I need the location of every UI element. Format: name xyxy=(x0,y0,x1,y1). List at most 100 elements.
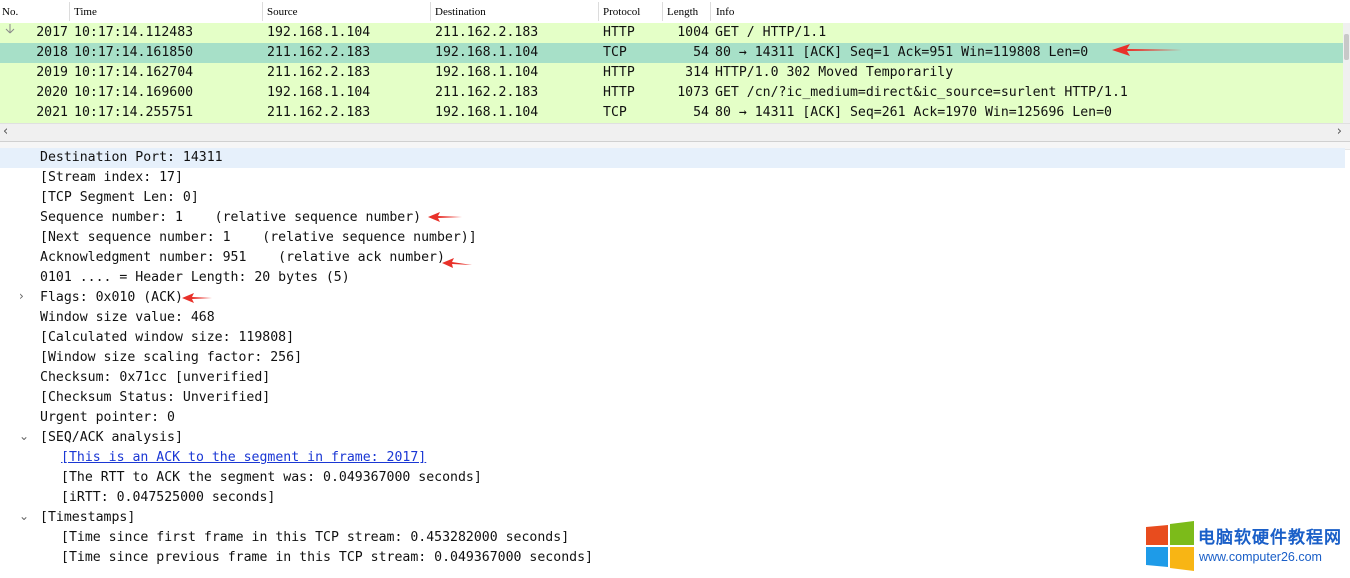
detail-text: Destination Port: 14311 xyxy=(40,150,223,165)
chevron-down-icon[interactable]: ⌄ xyxy=(19,509,29,523)
detail-line[interactable]: [Checksum Status: Unverified] xyxy=(0,388,1345,408)
detail-text: [Time since first frame in this TCP stre… xyxy=(61,530,570,545)
packet-time: 10:17:14.161850 xyxy=(74,45,194,60)
detail-text: [The RTT to ACK the segment was: 0.04936… xyxy=(61,470,482,485)
packet-length: 54 xyxy=(693,105,709,120)
column-header-source[interactable]: Source xyxy=(267,6,298,18)
detail-line[interactable]: [Window size scaling factor: 256] xyxy=(0,348,1345,368)
watermark-logo: 电脑软硬件教程网 www.computer26.com xyxy=(1144,521,1346,571)
packet-length: 1073 xyxy=(677,85,709,100)
packet-number: 2018 xyxy=(36,45,68,60)
packet-destination: 192.168.1.104 xyxy=(435,65,539,80)
packet-source: 211.162.2.183 xyxy=(267,65,371,80)
scrollbar-thumb[interactable] xyxy=(1344,34,1349,60)
packet-destination: 211.162.2.183 xyxy=(435,85,539,100)
detail-line[interactable]: [iRTT: 0.047525000 seconds] xyxy=(0,488,1345,508)
watermark-url: www.computer26.com xyxy=(1199,550,1322,564)
detail-text: Flags: 0x010 (ACK) xyxy=(40,290,183,305)
detail-line[interactable]: [This is an ACK to the segment in frame:… xyxy=(0,448,1345,468)
packet-protocol: TCP xyxy=(603,45,627,60)
detail-text: [Stream index: 17] xyxy=(40,170,183,185)
packet-details: Destination Port: 14311 [Stream index: 17… xyxy=(0,148,1350,578)
packet-destination: 211.162.2.183 xyxy=(435,25,539,40)
packet-row[interactable]: 2019 10:17:14.162704 211.162.2.183 192.168.… xyxy=(0,63,1343,83)
detail-line[interactable]: [Next sequence number: 1 (relative seque… xyxy=(0,228,1345,248)
tree-node[interactable]: ⌄ [SEQ/ACK analysis] xyxy=(0,428,1345,448)
detail-line[interactable]: Urgent pointer: 0 xyxy=(0,408,1345,428)
detail-line[interactable]: [Stream index: 17] xyxy=(0,168,1345,188)
detail-text: [SEQ/ACK analysis] xyxy=(40,430,183,445)
packet-source: 211.162.2.183 xyxy=(267,45,371,60)
annotation-arrow-icon xyxy=(428,212,462,222)
detail-text: Acknowledgment number: 951 (relative ack… xyxy=(40,250,445,265)
packet-info: 80 → 14311 [ACK] Seq=1 Ack=951 Win=11980… xyxy=(715,45,1089,60)
detail-text: Checksum: 0x71cc [unverified] xyxy=(40,370,271,385)
chevron-down-icon[interactable]: ⌄ xyxy=(19,429,29,443)
detail-line[interactable]: 0101 .... = Header Length: 20 bytes (5) xyxy=(0,268,1345,288)
packet-destination: 192.168.1.104 xyxy=(435,45,539,60)
packet-time: 10:17:14.112483 xyxy=(74,25,194,40)
packet-info: 80 → 14311 [ACK] Seq=261 Ack=1970 Win=12… xyxy=(715,105,1112,120)
packet-time: 10:17:14.162704 xyxy=(74,65,194,80)
packet-info: GET /cn/?ic_medium=direct&ic_source=surl… xyxy=(715,85,1128,100)
packet-source: 192.168.1.104 xyxy=(267,85,371,100)
detail-text: [iRTT: 0.047525000 seconds] xyxy=(61,490,276,505)
detail-text: [Next sequence number: 1 (relative seque… xyxy=(40,230,477,245)
column-header-no[interactable]: No. xyxy=(2,6,18,18)
packet-source: 192.168.1.104 xyxy=(267,25,371,40)
detail-line[interactable]: Checksum: 0x71cc [unverified] xyxy=(0,368,1345,388)
column-header-info[interactable]: Info xyxy=(716,6,734,18)
detail-text: [Calculated window size: 119808] xyxy=(40,330,295,345)
detail-line[interactable]: [Calculated window size: 119808] xyxy=(0,328,1345,348)
related-packet-icon xyxy=(5,24,15,34)
column-header-destination[interactable]: Destination xyxy=(435,6,486,18)
detail-line[interactable]: Acknowledgment number: 951 (relative ack… xyxy=(0,248,1345,268)
packet-destination: 192.168.1.104 xyxy=(435,105,539,120)
packet-protocol: TCP xyxy=(603,105,627,120)
detail-line[interactable]: Window size value: 468 xyxy=(0,308,1345,328)
packet-length: 314 xyxy=(685,65,709,80)
watermark-name: 电脑软硬件教程网 xyxy=(1198,528,1342,548)
detail-line[interactable]: [TCP Segment Len: 0] xyxy=(0,188,1345,208)
packet-number: 2021 xyxy=(36,105,68,120)
packet-length: 54 xyxy=(693,45,709,60)
packet-info: GET / HTTP/1.1 xyxy=(715,25,827,40)
windows-logo-icon xyxy=(1146,521,1194,571)
packet-list-header: No. Time Source Destination Protocol Len… xyxy=(0,0,1350,24)
detail-text: [Window size scaling factor: 256] xyxy=(40,350,303,365)
chevron-right-icon[interactable]: › xyxy=(19,289,24,303)
scroll-right-icon[interactable]: › xyxy=(1337,124,1342,139)
detail-line[interactable]: [The RTT to ACK the segment was: 0.04936… xyxy=(0,468,1345,488)
column-header-length[interactable]: Length xyxy=(667,6,698,18)
column-header-time[interactable]: Time xyxy=(74,6,97,18)
detail-text: Sequence number: 1 (relative sequence nu… xyxy=(40,210,422,225)
packet-source: 211.162.2.183 xyxy=(267,105,371,120)
frame-link[interactable]: [This is an ACK to the segment in frame:… xyxy=(61,450,426,465)
packet-list: No. Time Source Destination Protocol Len… xyxy=(0,0,1350,141)
annotation-arrow-icon xyxy=(1112,44,1182,56)
packet-time: 10:17:14.169600 xyxy=(74,85,194,100)
packet-row[interactable]: 2021 10:17:14.255751 211.162.2.183 192.168.… xyxy=(0,103,1343,123)
column-header-protocol[interactable]: Protocol xyxy=(603,6,640,18)
packet-number: 2019 xyxy=(36,65,68,80)
packet-length: 1004 xyxy=(677,25,709,40)
packet-list-horizontal-scrollbar[interactable]: ‹ › xyxy=(0,123,1350,141)
detail-text: [Timestamps] xyxy=(40,510,136,525)
scroll-left-icon[interactable]: ‹ xyxy=(3,124,8,139)
detail-text: 0101 .... = Header Length: 20 bytes (5) xyxy=(40,270,350,285)
detail-text: [Time since previous frame in this TCP s… xyxy=(61,550,593,565)
packet-row[interactable]: 2017 10:17:14.112483 192.168.1.104 211.162.… xyxy=(0,23,1343,43)
packet-number: 2020 xyxy=(36,85,68,100)
packet-row[interactable]: 2020 10:17:14.169600 192.168.1.104 211.162.… xyxy=(0,83,1343,103)
packet-protocol: HTTP xyxy=(603,65,635,80)
packet-protocol: HTTP xyxy=(603,25,635,40)
annotation-arrow-icon xyxy=(182,293,212,303)
detail-text: [TCP Segment Len: 0] xyxy=(40,190,199,205)
detail-text: [Checksum Status: Unverified] xyxy=(40,390,271,405)
detail-text: Window size value: 468 xyxy=(40,310,215,325)
detail-text: Urgent pointer: 0 xyxy=(40,410,175,425)
annotation-arrow-icon xyxy=(442,258,472,268)
packet-info: HTTP/1.0 302 Moved Temporarily xyxy=(715,65,954,80)
detail-line[interactable]: Sequence number: 1 (relative sequence nu… xyxy=(0,208,1345,228)
detail-line[interactable]: Destination Port: 14311 xyxy=(0,148,1345,168)
